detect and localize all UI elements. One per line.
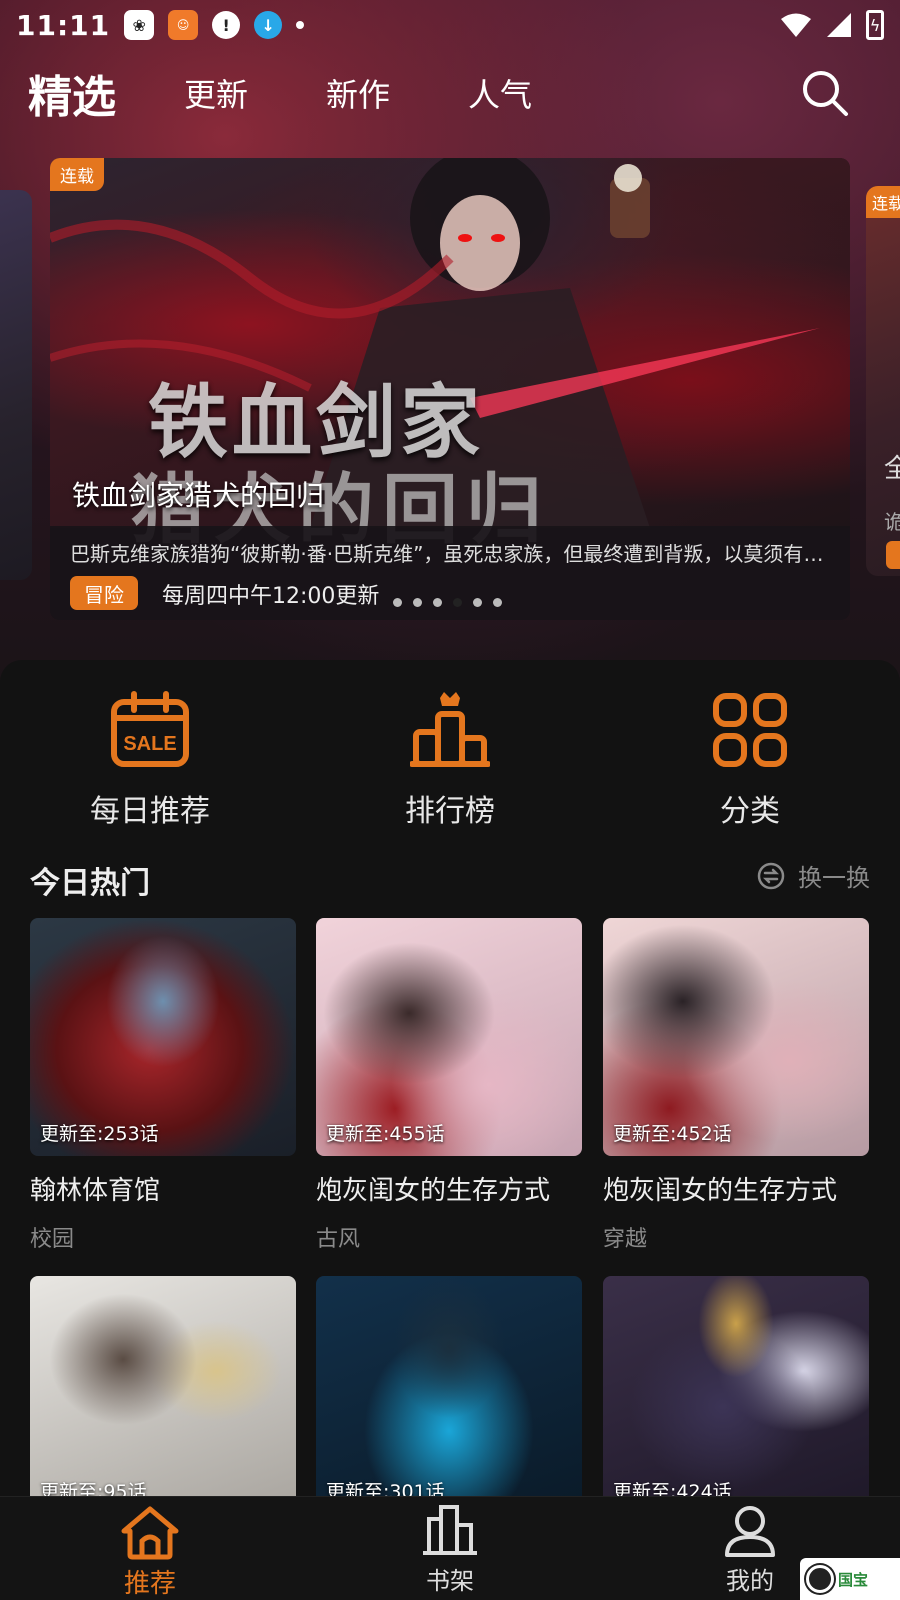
comic-card[interactable]: 更新至:253话 翰林体育馆 校园 xyxy=(30,918,296,1253)
banner-description: 巴斯克维家族猎狗“彼斯勒·番·巴斯克维”，虽死忠家族，但最终遭到背叛，以莫须有的… xyxy=(70,542,830,566)
daily-recommend-button[interactable]: SALE 每日推荐 xyxy=(50,690,250,830)
refresh-label: 换一换 xyxy=(798,864,870,892)
tab-updates[interactable]: 更新 xyxy=(184,70,248,116)
download-icon: ↓ xyxy=(254,11,283,39)
bottom-nav-label: 我的 xyxy=(726,1567,774,1595)
top-nav: 精选 更新 新作 人气 xyxy=(0,58,900,128)
next-card-desc-fragment: 诡 xyxy=(884,510,900,534)
carousel-dot[interactable] xyxy=(433,598,442,607)
bottom-nav: 推荐 书架 我的 xyxy=(0,1496,900,1600)
wifi-icon xyxy=(781,13,811,37)
content-panel: SALE 每日推荐 排行榜 分类 今日热门 换一换 更新至:253话 翰林体育馆… xyxy=(0,660,900,1514)
watermark-logo xyxy=(806,1565,834,1593)
next-card-tag: 连载 xyxy=(866,186,900,218)
comic-title: 炮灰闺女的生存方式 xyxy=(316,1176,551,1206)
comic-cover[interactable]: 更新至:253话 xyxy=(30,918,296,1156)
banner-status-tag: 连载 xyxy=(50,158,104,191)
carousel-dots xyxy=(393,598,502,607)
bottom-nav-recommend[interactable]: 推荐 xyxy=(80,1503,220,1600)
status-icons-right: ϟ xyxy=(780,10,884,40)
svg-text:SALE: SALE xyxy=(123,733,176,755)
signal-icon xyxy=(827,13,851,37)
refresh-button[interactable]: 换一换 xyxy=(756,858,870,893)
paw-app-icon: ❀ xyxy=(124,10,155,40)
comic-genre: 古风 xyxy=(316,1227,361,1252)
comic-update-count: 更新至:452话 xyxy=(613,1123,732,1145)
comic-cover[interactable]: 更新至:452话 xyxy=(603,918,869,1156)
comic-card[interactable]: 更新至:95话 xyxy=(30,1276,296,1514)
carousel-prev-card[interactable] xyxy=(0,190,32,580)
watermark-text: 国宝 xyxy=(838,1570,869,1589)
banner-artwork: 连载 铁血剑家 猎犬的回归 铁血剑家猎犬的回归 xyxy=(50,158,850,554)
category-grid-icon xyxy=(713,693,787,767)
alert-icon: ! xyxy=(212,11,241,39)
comic-genre: 穿越 xyxy=(603,1227,648,1252)
carousel-dot[interactable] xyxy=(413,598,422,607)
home-icon xyxy=(121,1506,179,1560)
banner-title: 铁血剑家猎犬的回归 xyxy=(72,479,325,512)
battery-charging-icon: ϟ xyxy=(866,10,884,40)
next-card-title-fragment: 全 xyxy=(884,454,900,484)
calendar-sale-icon: SALE xyxy=(111,691,189,767)
section-title-hot-today: 今日热门 xyxy=(30,866,150,901)
comic-card[interactable]: 更新至:301话 xyxy=(316,1276,582,1514)
ranking-label: 排行榜 xyxy=(405,794,495,829)
next-card-genre-chip xyxy=(886,541,900,569)
ranking-button[interactable]: 排行榜 xyxy=(350,690,550,830)
notification-dot xyxy=(296,21,305,29)
comic-cover[interactable]: 更新至:95话 xyxy=(30,1276,296,1514)
bottom-nav-label: 推荐 xyxy=(123,1569,176,1599)
carousel-dot[interactable] xyxy=(393,598,402,607)
carousel-dot[interactable] xyxy=(493,598,502,607)
comic-update-count: 更新至:253话 xyxy=(40,1123,159,1145)
carousel-next-card[interactable]: 连载 全 诡 xyxy=(866,186,900,576)
comic-card[interactable]: 更新至:455话 炮灰闺女的生存方式 古风 xyxy=(316,918,582,1253)
carousel-dot[interactable] xyxy=(473,598,482,607)
status-time: 11:11 xyxy=(16,8,111,42)
comic-cover[interactable]: 更新至:424话 xyxy=(603,1276,869,1514)
tab-new[interactable]: 新作 xyxy=(326,70,390,116)
comic-title: 炮灰闺女的生存方式 xyxy=(603,1176,838,1206)
bottom-nav-label: 书架 xyxy=(426,1567,474,1595)
comic-cover[interactable]: 更新至:301话 xyxy=(316,1276,582,1514)
comic-genre: 校园 xyxy=(30,1227,75,1252)
comic-card[interactable]: 更新至:424话 xyxy=(603,1276,869,1514)
site-watermark: 国宝 xyxy=(800,1558,900,1600)
banner-schedule: 每周四中午12:00更新 xyxy=(162,584,380,609)
status-bar: 11:11 ❀ ☺ ! ↓ ϟ xyxy=(0,0,900,50)
comic-card[interactable]: 更新至:452话 炮灰闺女的生存方式 穿越 xyxy=(603,918,869,1253)
comic-update-count: 更新至:455话 xyxy=(326,1123,445,1145)
manga-app-icon: ☺ xyxy=(168,10,199,40)
ranking-podium-icon xyxy=(410,692,490,767)
comic-title: 翰林体育馆 xyxy=(30,1176,161,1206)
bookshelf-icon xyxy=(423,1505,477,1555)
bottom-nav-bookshelf[interactable]: 书架 xyxy=(380,1503,520,1596)
featured-banner[interactable]: 连载 铁血剑家 猎犬的回归 铁血剑家猎犬的回归 巴斯克维家族猎狗“彼斯勒·番·巴… xyxy=(50,158,850,620)
status-icons-left: ❀ ☺ ! ↓ xyxy=(124,10,305,40)
tab-popular[interactable]: 人气 xyxy=(468,70,532,116)
user-icon xyxy=(725,1506,775,1557)
daily-recommend-label: 每日推荐 xyxy=(90,794,210,829)
banner-genre-tag[interactable]: 冒险 xyxy=(70,576,138,610)
bottom-nav-mine[interactable]: 我的 xyxy=(680,1503,820,1596)
comic-cover[interactable]: 更新至:455话 xyxy=(316,918,582,1156)
category-button[interactable]: 分类 xyxy=(650,690,850,830)
carousel-dot-active[interactable] xyxy=(453,598,462,607)
search-icon[interactable] xyxy=(800,68,850,118)
tab-featured[interactable]: 精选 xyxy=(28,61,116,125)
category-label: 分类 xyxy=(720,794,780,829)
refresh-icon xyxy=(757,862,785,889)
